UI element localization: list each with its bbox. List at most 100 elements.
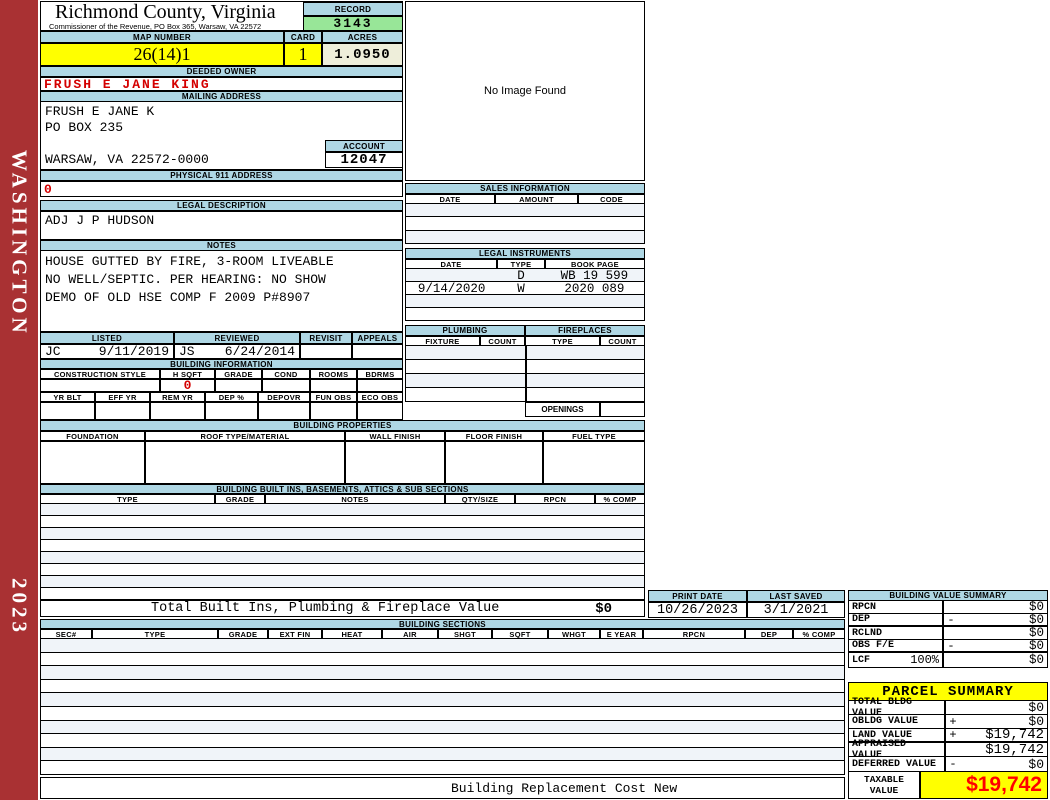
appeals-label: APPEALS <box>352 332 403 344</box>
table-row: APPRAISED VALUE $19,742 <box>849 739 1047 761</box>
ps-sign: - <box>949 757 957 771</box>
building-info-values1: 0 <box>40 378 403 393</box>
account-label: ACCOUNT <box>325 140 403 152</box>
reviewed-by: JS <box>179 344 195 359</box>
physical-911-label: PHYSICAL 911 ADDRESS <box>40 170 403 181</box>
replacement-cost-label: Building Replacement Cost New <box>451 780 678 796</box>
depovr-value <box>258 402 310 420</box>
floor-finish-value <box>445 441 543 484</box>
notes-block: HOUSE GUTTED BY FIRE, 3-ROOM LIVEABLE NO… <box>40 251 403 332</box>
revisit-label: REVISIT <box>300 332 352 344</box>
ps-label: OBLDG VALUE <box>849 715 946 728</box>
foundation-value <box>40 441 145 484</box>
bvs-label: DEP <box>849 614 944 625</box>
col-ext-fin: EXT FIN <box>268 629 322 639</box>
listed-by: JC <box>45 344 61 359</box>
col-pct-comp: % COMP <box>595 494 645 504</box>
sales-information-rows <box>405 204 645 244</box>
col-fixture-count: COUNT <box>480 336 525 346</box>
legal-instruments-rows: D WB 19 599 9/14/2020 W 2020 089 <box>405 269 645 321</box>
col-air: AIR <box>382 629 438 639</box>
construction-style-value <box>40 379 160 392</box>
table-row: 9/14/2020 W 2020 089 <box>406 282 644 296</box>
bvs-value: $0 <box>1028 600 1044 614</box>
rem-yr-value <box>150 402 205 420</box>
bvs-sign <box>944 627 958 639</box>
col-floor-finish: FLOOR FINISH <box>445 431 543 441</box>
col-grade: GRADE <box>215 369 262 379</box>
empty-row <box>41 693 844 707</box>
bvs-value: $0 <box>1028 612 1044 627</box>
instrument-book-page: 2020 089 <box>564 282 625 296</box>
ps-sign: + <box>949 714 957 729</box>
building-info-header2: YR BLT EFF YR REM YR DEP % DEPOVR FUN OB… <box>40 392 403 402</box>
empty-row <box>41 707 844 721</box>
empty-row <box>41 588 644 600</box>
record-label: RECORD <box>303 2 403 16</box>
empty-row <box>41 666 844 680</box>
building-information-title: BUILDING INFORMATION <box>40 359 403 369</box>
col-shgt: SHGT <box>438 629 492 639</box>
col-yr-blt: YR BLT <box>40 392 95 402</box>
building-sections-title: BUILDING SECTIONS <box>40 619 845 629</box>
ps-label: DEFERRED VALUE <box>849 757 946 771</box>
bvs-value: $0 <box>1028 653 1044 667</box>
col-grade: GRADE <box>215 494 265 504</box>
last-saved-label: LAST SAVED <box>747 590 845 602</box>
instrument-book-page: WB 19 599 <box>560 269 629 283</box>
empty-row <box>41 747 844 762</box>
rooms-value <box>310 379 357 392</box>
empty-row <box>41 639 844 653</box>
instrument-date <box>406 269 497 281</box>
col-rooms: ROOMS <box>310 369 357 379</box>
taxable-value-amount: $19,742 <box>920 771 1048 799</box>
instrument-type <box>497 295 545 307</box>
legal-description-label: LEGAL DESCRIPTION <box>40 200 403 211</box>
acres-value: 1.0950 <box>322 43 403 66</box>
table-row: LCF 100% $0 <box>849 653 1047 667</box>
appeals-value <box>352 344 403 359</box>
col-dep: DEP <box>745 629 793 639</box>
hsqft-value: 0 <box>160 378 215 393</box>
fun-obs-value <box>310 402 357 420</box>
deeded-owner-label: DEEDED OWNER <box>40 66 403 77</box>
built-ins-header: TYPE GRADE NOTES QTY/SIZE RPCN % COMP <box>40 494 645 504</box>
building-sections-header: SEC# TYPE GRADE EXT FIN HEAT AIR SHGT SQ… <box>40 629 845 639</box>
built-ins-rows <box>40 504 645 600</box>
empty-row <box>41 516 644 528</box>
sales-information-title: SALES INFORMATION <box>405 183 645 194</box>
bvs-label: RCLND <box>849 627 944 639</box>
empty-row <box>41 653 844 667</box>
empty-row <box>41 680 844 694</box>
building-properties-values <box>40 441 645 484</box>
notes-line: DEMO OF OLD HSE COMP F 2009 P#8907 <box>45 290 311 305</box>
col-rpcn: RPCN <box>643 629 745 639</box>
empty-row <box>406 374 644 388</box>
empty-row <box>41 761 844 775</box>
bvs-label: RPCN <box>849 601 944 613</box>
mailing-address-label: MAILING ADDRESS <box>40 91 403 102</box>
empty-row <box>406 217 644 231</box>
instrument-date: 9/14/2020 <box>417 282 486 296</box>
legal-description-value: ADJ J P HUDSON <box>40 211 403 240</box>
empty-row <box>406 360 644 374</box>
ps-value: $0 <box>1028 756 1044 772</box>
revisit-value <box>300 344 352 359</box>
col-heat: HEAT <box>322 629 382 639</box>
print-date-label: PRINT DATE <box>648 590 747 602</box>
ps-sign <box>946 701 960 714</box>
building-sections-rows <box>40 639 845 775</box>
mailing-line: PO BOX 235 <box>45 120 124 135</box>
card-label: CARD <box>284 31 322 43</box>
col-grade: GRADE <box>218 629 268 639</box>
col-sec: SEC# <box>40 629 92 639</box>
roof-type-value <box>145 441 345 484</box>
col-fixture: FIXTURE <box>405 336 480 346</box>
building-info-values2 <box>40 402 403 420</box>
col-sqft: SQFT <box>492 629 548 639</box>
bvs-label: OBS F/E <box>849 640 944 651</box>
map-number-label: MAP NUMBER <box>40 31 284 43</box>
col-qty-size: QTY/SIZE <box>445 494 515 504</box>
ps-value: $19,742 <box>985 741 1044 758</box>
sidebar-year-label: 2023 <box>7 578 32 636</box>
